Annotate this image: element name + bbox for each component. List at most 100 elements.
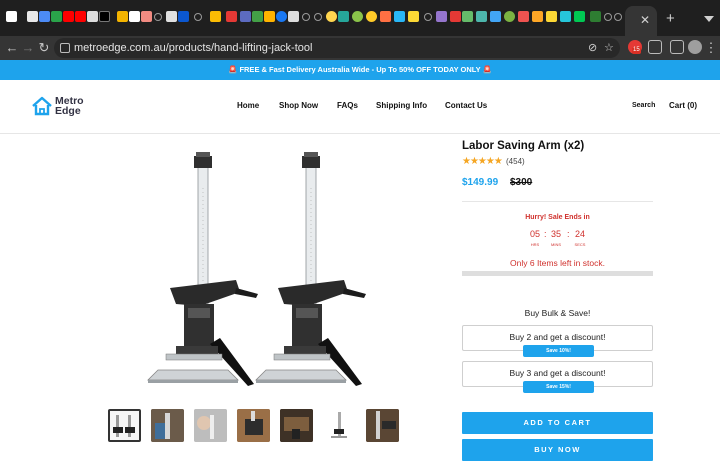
- tab-favicon[interactable]: [590, 11, 601, 22]
- site-info-icon[interactable]: [60, 43, 70, 53]
- search-link[interactable]: Search: [632, 102, 655, 109]
- stock-message: Only 6 Items left in stock.: [510, 258, 605, 268]
- forward-arrow-icon[interactable]: →: [20, 40, 36, 56]
- nav-home[interactable]: Home: [237, 101, 259, 111]
- thumbnail-7[interactable]: [366, 409, 399, 442]
- offer-badge: Save 15%!: [523, 381, 594, 393]
- tab-favicon[interactable]: [117, 11, 128, 22]
- tab-favicon[interactable]: [408, 11, 419, 22]
- browser-menu-icon[interactable]: ⋮: [703, 40, 719, 56]
- tab-favicon[interactable]: [252, 11, 263, 22]
- tab-favicon[interactable]: [560, 11, 571, 22]
- thumbnail-3[interactable]: [194, 409, 227, 442]
- countdown-seconds: 24: [574, 229, 585, 239]
- thumbnail-5[interactable]: [280, 409, 313, 442]
- tab-favicon[interactable]: [288, 11, 299, 22]
- site-logo[interactable]: Metro Edge: [55, 96, 84, 117]
- countdown-minutes-label: MINS: [551, 242, 561, 247]
- browser-tab-bar: ✕ +: [0, 0, 720, 36]
- tab-favicon[interactable]: [154, 13, 162, 21]
- amazon-tab-icon[interactable]: [6, 11, 17, 22]
- tab-search-chevron-icon[interactable]: [704, 16, 714, 22]
- nav-contact-us[interactable]: Contact Us: [445, 101, 487, 111]
- back-arrow-icon[interactable]: ←: [4, 40, 20, 56]
- tab-favicon[interactable]: [380, 11, 391, 22]
- tab-favicon[interactable]: [476, 11, 487, 22]
- tab-favicon[interactable]: [614, 13, 622, 21]
- site-header: Metro Edge Home Shop Now FAQs Shipping I…: [0, 80, 720, 134]
- tab-favicon[interactable]: [546, 11, 557, 22]
- tab-favicon[interactable]: [504, 11, 515, 22]
- nav-shipping-info[interactable]: Shipping Info: [376, 101, 427, 111]
- tab-favicon[interactable]: [450, 11, 461, 22]
- logo-line-2: Edge: [55, 105, 81, 117]
- tab-favicon[interactable]: [226, 11, 237, 22]
- tab-favicon[interactable]: [39, 11, 50, 22]
- tab-favicon[interactable]: [462, 11, 473, 22]
- reload-icon[interactable]: ↻: [36, 40, 52, 56]
- close-tab-icon[interactable]: ✕: [640, 14, 650, 26]
- youtube-tab-icon[interactable]: [63, 11, 74, 22]
- tab-favicon[interactable]: [424, 13, 432, 21]
- tab-favicon[interactable]: [574, 11, 585, 22]
- tab-favicon[interactable]: [394, 11, 405, 22]
- announcement-bar[interactable]: 🚨 FREE & Fast Delivery Australia Wide - …: [0, 60, 720, 80]
- house-logo-icon[interactable]: [31, 95, 53, 117]
- tab-favicon[interactable]: [518, 11, 529, 22]
- tab-favicon[interactable]: [240, 11, 251, 22]
- tab-favicon[interactable]: [436, 11, 447, 22]
- profile-avatar[interactable]: [688, 40, 702, 54]
- nav-faqs[interactable]: FAQs: [337, 101, 358, 111]
- nav-shop-now[interactable]: Shop Now: [279, 101, 318, 111]
- tab-favicon[interactable]: [352, 11, 363, 22]
- side-panel-icon[interactable]: [670, 40, 684, 54]
- rating-stars[interactable]: ★★★★★: [462, 156, 503, 168]
- tab-favicon[interactable]: [366, 11, 377, 22]
- rating-count[interactable]: (454): [506, 157, 525, 167]
- facebook-tab-icon[interactable]: [276, 11, 287, 22]
- thumbnail-4[interactable]: [237, 409, 270, 442]
- tab-favicon[interactable]: [51, 11, 62, 22]
- tab-favicon[interactable]: [27, 11, 38, 22]
- tab-favicon[interactable]: [87, 11, 98, 22]
- tab-favicon[interactable]: [604, 13, 612, 21]
- countdown-heading: Hurry! Sale Ends in: [525, 214, 590, 221]
- tab-favicon[interactable]: [264, 11, 275, 22]
- extensions-puzzle-icon[interactable]: [648, 40, 662, 54]
- bookmark-star-icon[interactable]: ☆: [604, 42, 614, 54]
- tab-favicon[interactable]: [326, 11, 337, 22]
- tab-favicon[interactable]: [210, 11, 221, 22]
- thumbnail-1[interactable]: [108, 409, 141, 442]
- tab-favicon[interactable]: [194, 13, 202, 21]
- browser-toolbar: ← → ↻ metroedge.com.au/products/hand-lif…: [0, 36, 720, 60]
- countdown-minutes: 35: [550, 229, 561, 239]
- thumbnail-6[interactable]: [323, 409, 356, 442]
- x-tab-icon[interactable]: [99, 11, 110, 22]
- tab-favicon[interactable]: [141, 11, 152, 22]
- url-text[interactable]: metroedge.com.au/products/hand-lifting-j…: [74, 42, 312, 54]
- countdown-hours: 05: [529, 229, 540, 239]
- thumbnail-2[interactable]: [151, 409, 184, 442]
- bulk-offer-3[interactable]: Buy 3 and get a discount! Save 15%!: [462, 361, 653, 393]
- add-to-cart-button[interactable]: ADD TO CART: [462, 412, 653, 434]
- new-tab-icon[interactable]: +: [666, 11, 675, 26]
- tab-favicon[interactable]: [129, 11, 140, 22]
- bulk-offer-2[interactable]: Buy 2 and get a discount! Save 10%!: [462, 325, 653, 357]
- cart-link[interactable]: Cart (0): [669, 101, 697, 110]
- tab-favicon[interactable]: [532, 11, 543, 22]
- buy-now-button[interactable]: BUY NOW: [462, 439, 653, 461]
- youtube-tab-icon[interactable]: [75, 11, 86, 22]
- compare-at-price: $300: [510, 177, 533, 188]
- tab-favicon[interactable]: [314, 13, 322, 21]
- address-bar[interactable]: metroedge.com.au/products/hand-lifting-j…: [54, 38, 620, 58]
- offer-label: Buy 3 and get a discount!: [509, 368, 606, 378]
- tab-favicon[interactable]: [178, 11, 189, 22]
- tab-favicon[interactable]: [302, 13, 310, 21]
- tab-favicon[interactable]: [490, 11, 501, 22]
- eye-off-icon[interactable]: ⊘: [588, 42, 597, 54]
- main-product-image[interactable]: [120, 148, 410, 396]
- tab-favicon[interactable]: [166, 11, 177, 22]
- tab-favicon[interactable]: [338, 11, 349, 22]
- countdown-seconds-label: SECS: [574, 242, 586, 247]
- sale-price: $149.99: [462, 177, 499, 188]
